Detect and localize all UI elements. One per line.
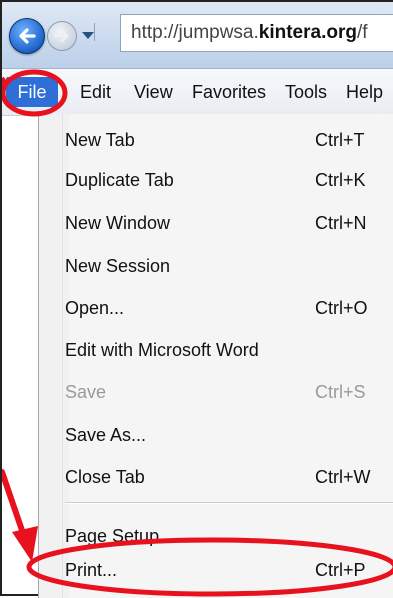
menu-item-label: Print... bbox=[65, 560, 118, 580]
menu-item-shortcut: Ctrl+W bbox=[315, 467, 371, 487]
print-pointer-arrow-icon bbox=[12, 526, 38, 562]
menu-item-duplicate-tab[interactable]: Duplicate Tab Ctrl+K bbox=[65, 161, 366, 199]
menu-item-label: Page Setup... bbox=[65, 526, 175, 546]
menu-item-shortcut: Ctrl+S bbox=[315, 382, 366, 402]
menu-item-shortcut: Ctrl+P bbox=[315, 560, 366, 580]
print-pointer-arrow-shaft bbox=[2, 469, 29, 545]
menu-item-new-window[interactable]: New Window Ctrl+N bbox=[65, 204, 367, 242]
back-button[interactable] bbox=[9, 18, 45, 54]
menu-item-shortcut: Ctrl+O bbox=[315, 298, 368, 318]
menu-file[interactable]: File bbox=[6, 77, 58, 107]
menu-help[interactable]: Help bbox=[346, 77, 383, 107]
page-icon bbox=[94, 23, 113, 41]
menu-item-save-as[interactable]: Save As... bbox=[65, 416, 365, 454]
menu-item-label: Close Tab bbox=[65, 467, 145, 487]
menu-item-label: Edit with Microsoft Word bbox=[65, 340, 259, 360]
menu-item-label: Save bbox=[65, 382, 107, 402]
browser-window: http://jumpwsa.kintera.org/f File Edit V… bbox=[0, 0, 393, 598]
menu-item-new-session[interactable]: New Session bbox=[65, 247, 365, 285]
menu-item-new-tab[interactable]: New Tab Ctrl+T bbox=[65, 121, 365, 159]
history-dropdown-icon[interactable] bbox=[82, 32, 94, 39]
menu-edit[interactable]: Edit bbox=[80, 77, 111, 107]
forward-button[interactable] bbox=[47, 21, 77, 51]
menu-item-edit-with-word[interactable]: Edit with Microsoft Word bbox=[65, 331, 365, 369]
back-arrow-icon bbox=[19, 28, 36, 44]
navigation-toolbar: http://jumpwsa.kintera.org/f bbox=[2, 2, 393, 69]
menu-item-save[interactable]: Save Ctrl+S bbox=[65, 373, 366, 411]
menu-item-label: New Session bbox=[65, 256, 171, 276]
menu-view[interactable]: View bbox=[134, 77, 173, 107]
menu-item-print[interactable]: Print... Ctrl+P bbox=[65, 551, 366, 589]
menu-item-label: New Tab bbox=[65, 130, 135, 150]
menu-bar: File Edit View Favorites Tools Help bbox=[2, 69, 393, 116]
menu-item-shortcut: Ctrl+K bbox=[315, 170, 366, 190]
address-prefix: http://jumpwsa. bbox=[131, 22, 259, 43]
forward-arrow-icon bbox=[54, 29, 69, 43]
menu-item-open[interactable]: Open... Ctrl+O bbox=[65, 289, 368, 327]
menu-item-label: New Window bbox=[65, 213, 171, 233]
menu-item-label: Duplicate Tab bbox=[65, 170, 174, 190]
menu-separator bbox=[65, 502, 393, 504]
menu-item-page-setup[interactable]: Page Setup... bbox=[65, 517, 365, 555]
menu-gutter-divider bbox=[62, 114, 63, 598]
menu-item-label: Save As... bbox=[65, 425, 147, 445]
address-bar[interactable]: http://jumpwsa.kintera.org/f bbox=[120, 14, 393, 52]
menu-item-shortcut: Ctrl+T bbox=[315, 130, 365, 150]
menu-favorites[interactable]: Favorites bbox=[192, 77, 266, 107]
menu-item-shortcut: Ctrl+N bbox=[315, 213, 367, 233]
address-domain: kintera.org bbox=[258, 22, 357, 43]
menu-item-label: Open... bbox=[65, 298, 125, 318]
menu-item-close-tab[interactable]: Close Tab Ctrl+W bbox=[65, 458, 371, 496]
menu-tools[interactable]: Tools bbox=[285, 77, 327, 107]
address-suffix: /f bbox=[356, 22, 368, 43]
